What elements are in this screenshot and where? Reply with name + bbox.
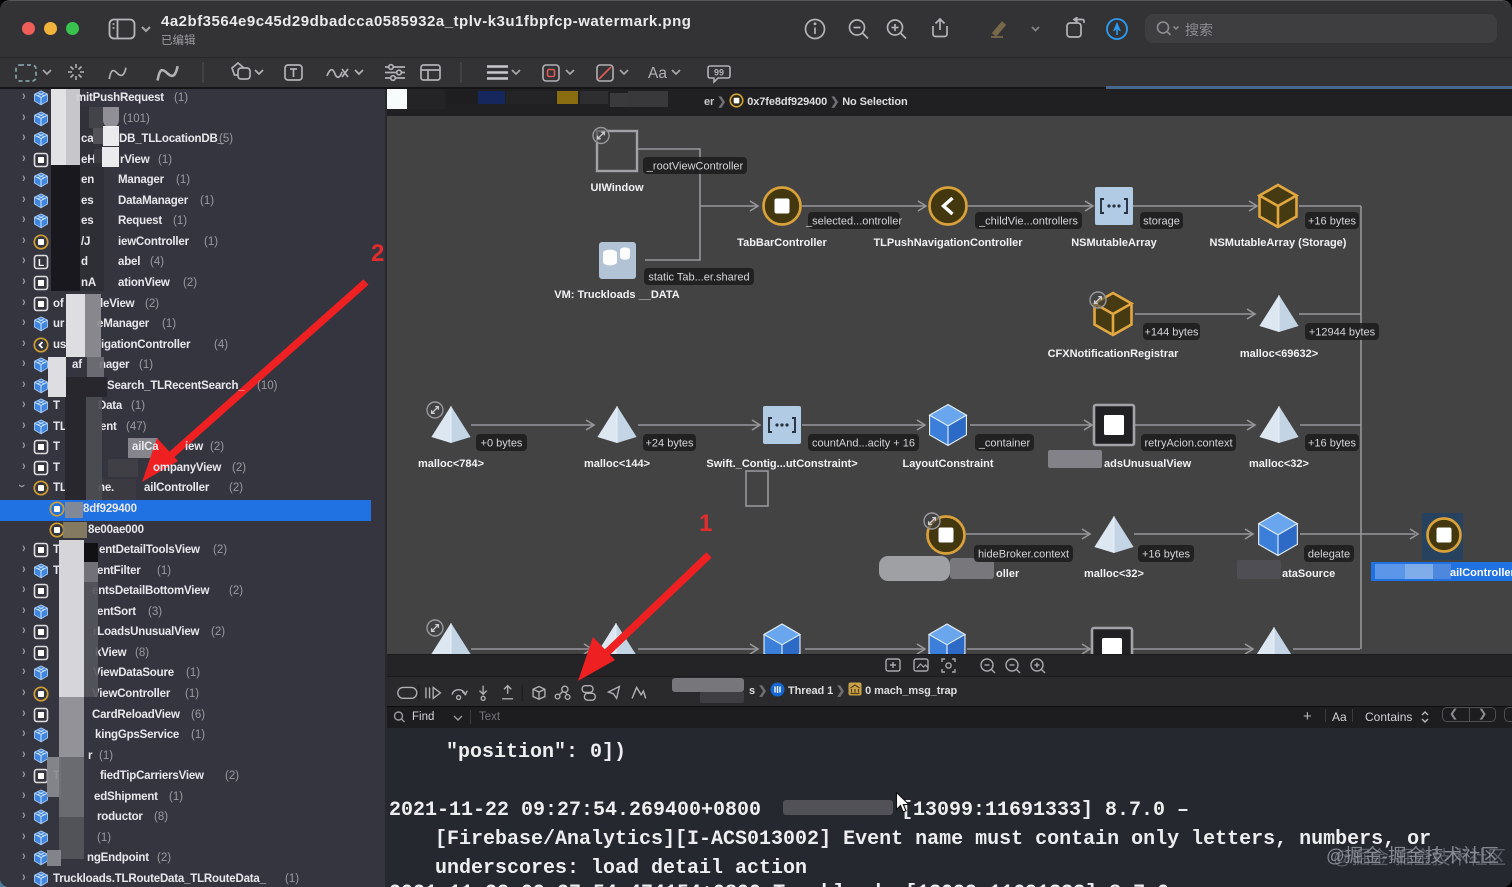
svg-text:countAnd...acity + 16: countAnd...acity + 16 (812, 438, 915, 450)
svg-text:+24 bytes: +24 bytes (645, 438, 694, 450)
svg-text:adsUnusualView: adsUnusualView (1104, 458, 1192, 470)
svg-text:+16 bytes: +16 bytes (1142, 549, 1191, 561)
svg-text:_rootViewController: _rootViewController (646, 161, 744, 173)
svg-text:+16 bytes: +16 bytes (1308, 438, 1357, 450)
svg-text:storage: storage (1143, 216, 1180, 228)
svg-text:TLPushNavigationController: TLPushNavigationController (873, 237, 1023, 249)
svg-text:_childVie...ontrollers: _childVie...ontrollers (978, 216, 1078, 228)
svg-text:Swift._Contig...utConstraint>: Swift._Contig...utConstraint> (706, 458, 857, 470)
svg-text:malloc<32>: malloc<32> (1084, 568, 1144, 580)
svg-text:+16 bytes: +16 bytes (1308, 216, 1357, 228)
svg-text:UIWindow: UIWindow (590, 182, 643, 194)
svg-text:LayoutConstraint: LayoutConstraint (902, 458, 993, 470)
svg-text:retryAcion.context: retryAcion.context (1144, 438, 1232, 450)
svg-text:oller: oller (996, 568, 1020, 580)
svg-text:_selected...ontroller: _selected...ontroller (805, 216, 902, 228)
svg-text:static Tab...er.shared: static Tab...er.shared (648, 272, 749, 284)
svg-text:L: L (38, 258, 44, 269)
svg-text:+144 bytes: +144 bytes (1144, 327, 1199, 339)
svg-text:99: 99 (714, 68, 724, 78)
svg-text:TabBarController: TabBarController (737, 237, 827, 249)
svg-text:ataSource: ataSource (1282, 568, 1335, 580)
svg-text:+0 bytes: +0 bytes (481, 438, 523, 450)
svg-text:_container: _container (978, 438, 1031, 450)
svg-text:NSMutableArray: NSMutableArray (1071, 237, 1157, 249)
svg-text:malloc<69632>: malloc<69632> (1240, 348, 1318, 360)
svg-text:VM: Truckloads __DATA: VM: Truckloads __DATA (554, 289, 680, 301)
svg-text:delegate: delegate (1308, 549, 1350, 561)
svg-text:Aa: Aa (648, 65, 667, 82)
svg-text:ailController: ailController (1450, 567, 1512, 579)
svg-text:malloc<32>: malloc<32> (1249, 458, 1309, 470)
svg-text:hideBroker.context: hideBroker.context (978, 549, 1069, 561)
svg-text:malloc<784>: malloc<784> (418, 458, 484, 470)
svg-text:malloc<144>: malloc<144> (584, 458, 650, 470)
svg-text:NSMutableArray (Storage): NSMutableArray (Storage) (1210, 237, 1347, 249)
svg-text:+12944 bytes: +12944 bytes (1309, 327, 1376, 339)
svg-text:CFXNotificationRegistrar: CFXNotificationRegistrar (1048, 348, 1180, 360)
